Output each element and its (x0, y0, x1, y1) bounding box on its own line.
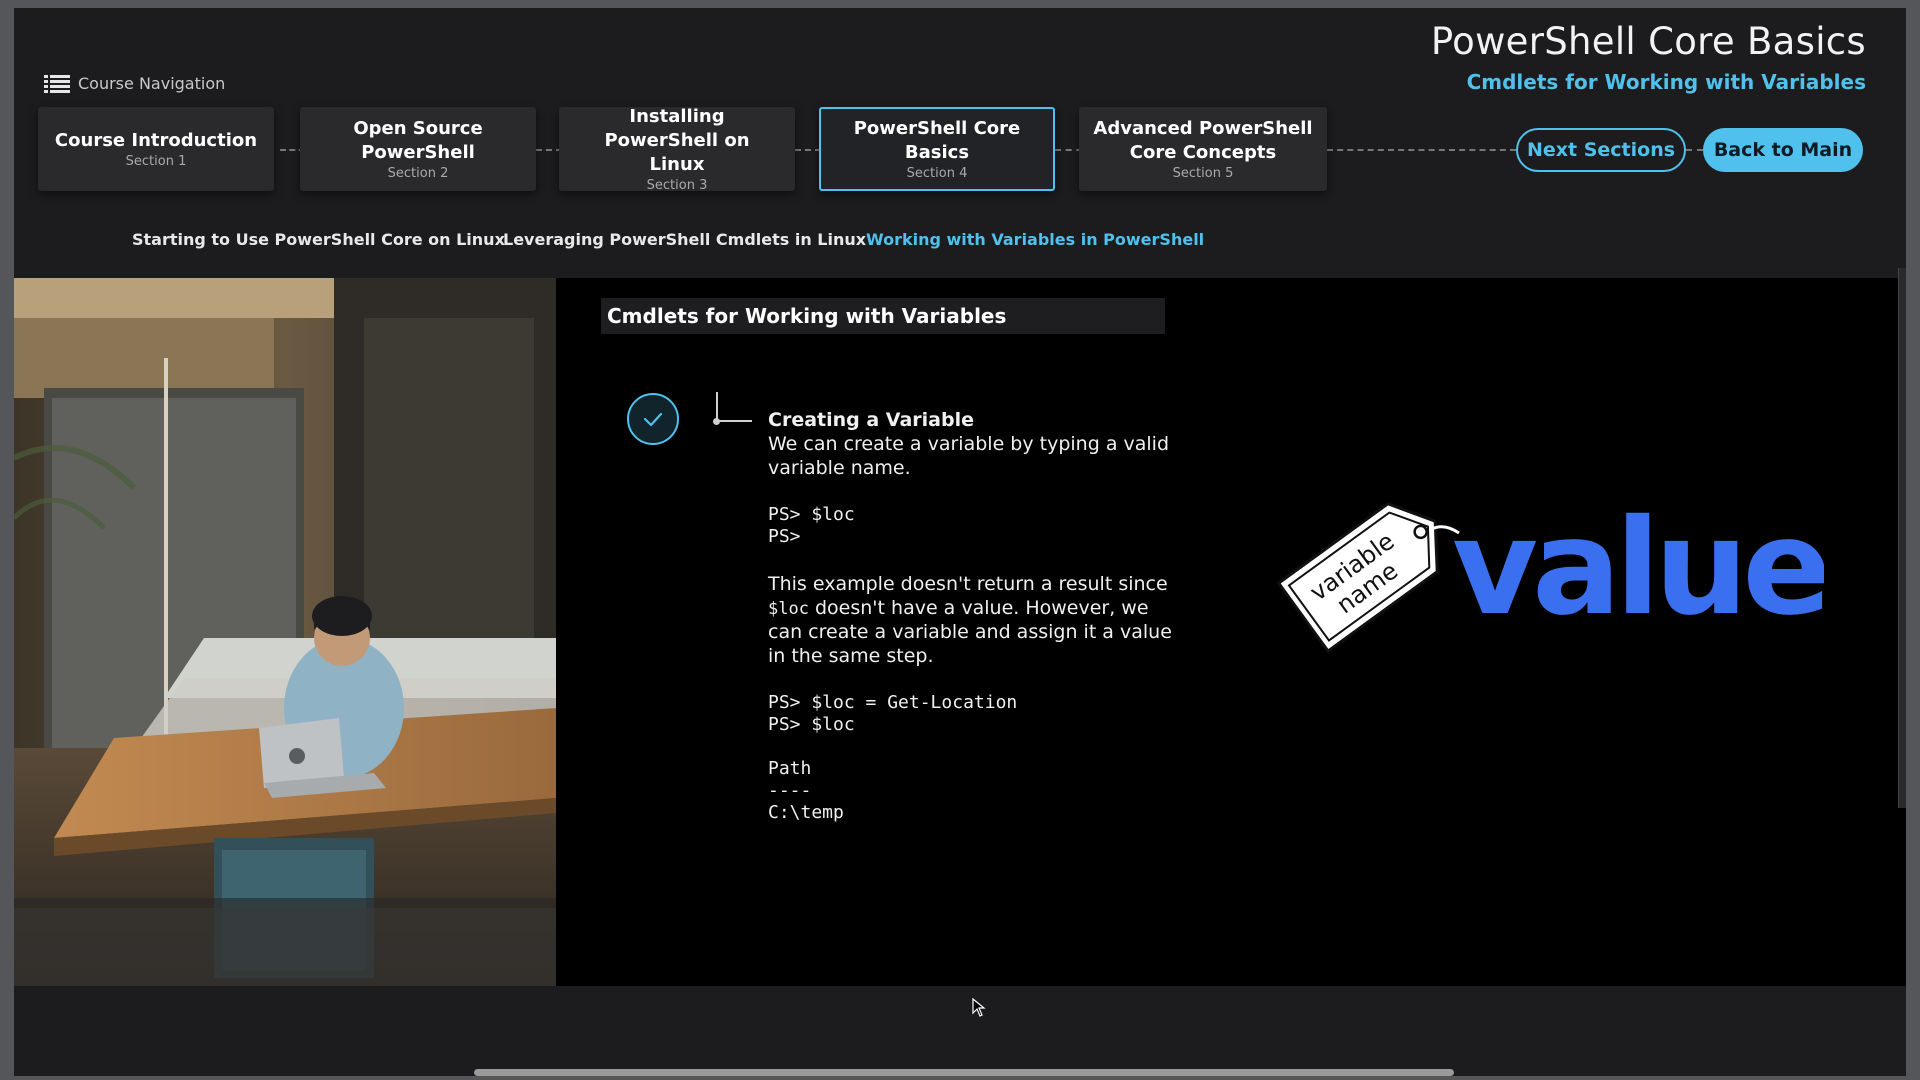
check-icon (627, 393, 679, 445)
header: Course Navigation PowerShell Core Basics… (14, 8, 1906, 278)
course-navigation-label: Course Navigation (78, 74, 226, 93)
horizontal-scrollbar[interactable] (474, 1069, 1454, 1076)
vertical-scrollbar[interactable] (1898, 268, 1906, 808)
section-number: Section 2 (387, 166, 449, 181)
output-header: Path (768, 758, 812, 779)
section-connector (1327, 149, 1516, 151)
lesson-intro: We can create a variable by typing a val… (768, 433, 1170, 479)
timeline-dot (713, 418, 720, 425)
lesson-body: Creating a Variable We can create a vari… (768, 408, 1188, 824)
code-line: PS> $loc (768, 504, 855, 525)
code-line: PS> $loc = Get-Location (768, 692, 1018, 713)
lesson-photo (14, 278, 556, 986)
lesson-paragraph: This example doesn't return a result sin… (768, 573, 1172, 667)
section-title: Course Introduction (54, 130, 258, 151)
value-word: value (1452, 491, 1824, 645)
subtab-leveraging-cmdlets[interactable]: Leveraging PowerShell Cmdlets in Linux (503, 230, 866, 249)
back-to-main-button[interactable]: Back to Main (1703, 128, 1863, 172)
section-title: Installing PowerShell on Linux (604, 106, 750, 175)
output-value: C:\temp (768, 802, 844, 823)
mouse-cursor-icon (972, 997, 986, 1022)
section-card-1[interactable]: Course Introduction Section 1 (38, 107, 274, 191)
section-title: Open Source PowerShell (353, 118, 483, 163)
subtab-working-with-variables[interactable]: Working with Variables in PowerShell (866, 230, 1204, 249)
code-line: PS> $loc (768, 714, 855, 735)
next-sections-button[interactable]: Next Sections (1516, 128, 1686, 172)
variable-value-illustration: variable name value (1264, 473, 1832, 673)
section-title: Advanced PowerShell Core Concepts (1093, 118, 1313, 163)
section-card-4[interactable]: PowerShell Core Basics Section 4 (819, 107, 1055, 191)
section-card-2[interactable]: Open Source PowerShell Section 2 (300, 107, 536, 191)
section-card-5[interactable]: Advanced PowerShell Core Concepts Sectio… (1079, 107, 1327, 191)
section-number: Section 4 (906, 166, 968, 181)
section-number: Section 1 (125, 154, 187, 169)
subtab-starting-powershell[interactable]: Starting to Use PowerShell Core on Linux (132, 230, 505, 249)
page-title: PowerShell Core Basics (1430, 20, 1866, 63)
card-title: Cmdlets for Working with Variables (601, 298, 1165, 334)
section-connector (1686, 149, 1703, 151)
course-navigation-button[interactable]: Course Navigation (44, 74, 225, 93)
code-line: PS> (768, 526, 801, 547)
app-window: Course Navigation PowerShell Core Basics… (14, 8, 1906, 1076)
inline-code: $loc (768, 599, 809, 619)
section-title: PowerShell Core Basics (853, 118, 1021, 163)
lesson-heading: Creating a Variable (768, 409, 974, 431)
lesson-content: Cmdlets for Working with Variables Creat… (14, 278, 1906, 1017)
page-subtitle: Cmdlets for Working with Variables (1466, 70, 1866, 94)
section-number: Section 3 (646, 178, 708, 193)
section-number: Section 5 (1172, 166, 1234, 181)
section-card-3[interactable]: Installing PowerShell on Linux Section 3 (559, 106, 795, 193)
output-separator: ---- (768, 780, 812, 801)
timeline-connector (716, 392, 752, 422)
menu-icon (44, 74, 70, 93)
